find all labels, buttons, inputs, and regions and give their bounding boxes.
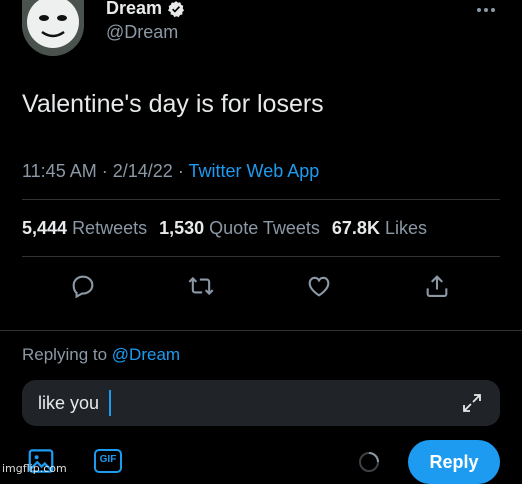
tweet-text: Valentine's day is for losers (22, 90, 324, 118)
quotes-label: Quote Tweets (209, 218, 320, 238)
retweets-stat[interactable]: 5,444 Retweets (22, 218, 147, 239)
likes-count: 67.8K (331, 218, 380, 238)
divider (0, 330, 522, 331)
tweet-meta: 11:45 AM · 2/14/22 · Twitter Web App (22, 161, 319, 182)
like-icon[interactable] (305, 272, 333, 300)
text-caret (109, 390, 111, 416)
reply-icon[interactable] (69, 272, 97, 300)
tweet-actions (0, 272, 522, 302)
replying-prefix: Replying to (22, 345, 108, 364)
retweets-label: Retweets (72, 218, 148, 238)
share-icon[interactable] (423, 272, 451, 300)
divider (22, 256, 500, 257)
author-name[interactable]: Dream (106, 0, 185, 19)
likes-label: Likes (384, 218, 427, 238)
replying-to: Replying to @Dream (22, 345, 180, 365)
meta-separator: · (177, 161, 184, 181)
gif-label: GIF (99, 454, 117, 465)
reply-button[interactable]: Reply (408, 440, 500, 484)
expand-icon[interactable] (460, 391, 484, 415)
author-name-text[interactable]: Dream (106, 0, 162, 19)
retweets-count: 5,444 (22, 218, 68, 238)
meta-separator: · (101, 161, 108, 181)
likes-stat[interactable]: 67.8K Likes (332, 218, 427, 239)
tweet-stats: 5,444 Retweets 1,530 Quote Tweets 67.8K … (22, 218, 439, 239)
tweet-time[interactable]: 11:45 AM (22, 161, 97, 181)
avatar[interactable] (22, 0, 84, 56)
reply-box[interactable] (22, 380, 500, 426)
reply-input[interactable] (38, 391, 438, 415)
gif-icon[interactable]: GIF (93, 446, 123, 476)
author-handle[interactable]: @Dream (106, 22, 178, 43)
tweet-source[interactable]: Twitter Web App (189, 161, 320, 181)
retweet-icon[interactable] (187, 272, 215, 300)
divider (22, 199, 500, 200)
more-icon[interactable] (476, 2, 496, 13)
progress-icon (358, 451, 380, 473)
quotes-stat[interactable]: 1,530 Quote Tweets (159, 218, 320, 239)
verified-icon (168, 0, 185, 17)
replying-mention[interactable]: @Dream (112, 345, 180, 364)
watermark: imgflip.com (2, 462, 67, 475)
tweet-date[interactable]: 2/14/22 (113, 161, 173, 181)
quotes-count: 1,530 (159, 218, 205, 238)
